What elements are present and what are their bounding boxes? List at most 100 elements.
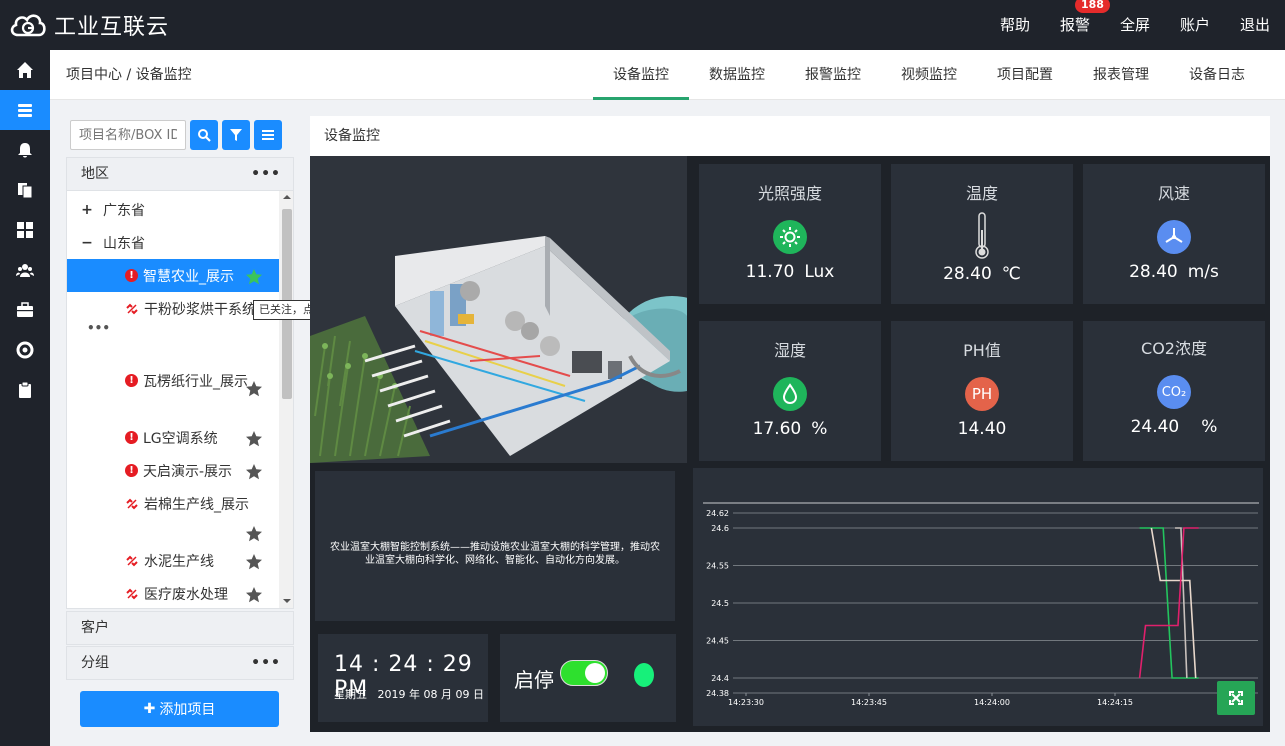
group-section-label: 分组 <box>81 655 109 671</box>
tab-device-log[interactable]: 设备日志 <box>1169 50 1265 100</box>
alarm-link[interactable]: 报警 188 <box>1045 0 1110 50</box>
project-item[interactable]: 岩棉生产线_展示 <box>67 487 279 544</box>
search-button[interactable] <box>190 120 218 150</box>
tree-node-guangdong[interactable]: + 广东省 <box>67 193 145 226</box>
tab-bar: 设备监控 数据监控 报警监控 视频监控 项目配置 报表管理 设备日志 <box>593 50 1265 100</box>
customer-section-header[interactable]: 客户 <box>66 611 294 645</box>
sidebar-item-users[interactable] <box>0 250 50 290</box>
project-item-line: 医疗废水处理 <box>125 577 228 608</box>
sensor-card-co2: CO2浓度 CO₂ 24.40% <box>1083 321 1265 461</box>
tree-ellipsis[interactable]: ••• <box>87 321 110 335</box>
sidebar-item-alarms[interactable] <box>0 130 50 170</box>
scroll-down-icon[interactable] <box>283 599 291 603</box>
star-icon[interactable] <box>245 380 263 398</box>
star-icon[interactable] <box>245 463 263 481</box>
y-tick-label: 24.62 <box>706 509 729 518</box>
filter-button[interactable] <box>222 120 250 150</box>
sensor-title: 温度 <box>965 184 998 203</box>
sensor-value: 17.60% <box>752 419 828 439</box>
sensor-value: 14.40 <box>957 419 1007 439</box>
region-more-icon[interactable]: ••• <box>251 158 281 190</box>
tab-device-monitor[interactable]: 设备监控 <box>593 50 689 100</box>
star-icon[interactable] <box>245 553 263 571</box>
y-tick-label: 24.6 <box>711 524 729 533</box>
star-icon[interactable] <box>245 586 263 604</box>
project-item[interactable]: 医疗废水处理 <box>67 577 279 608</box>
breadcrumb: 项目中心 / 设备监控 <box>66 67 192 83</box>
x-tick-label: 14:23:30 <box>728 698 764 707</box>
account-label: 账户 <box>1179 16 1210 34</box>
search-input[interactable] <box>70 120 186 150</box>
logout-link[interactable]: 退出 <box>1225 0 1285 50</box>
side-nav <box>0 50 50 746</box>
sun-icon <box>773 220 807 254</box>
expand-icon <box>1229 691 1243 705</box>
sensor-value: 28.40 ℃ <box>943 264 1021 284</box>
tab-alarm-monitor[interactable]: 报警监控 <box>785 50 881 100</box>
tree-node-shandong[interactable]: − 山东省 <box>67 226 145 259</box>
sidebar-item-clipboard[interactable] <box>0 370 50 410</box>
expand-chart-button[interactable] <box>1217 681 1255 715</box>
scroll-up-icon[interactable] <box>283 195 291 199</box>
project-item-line: ! LG空调系统 <box>125 421 218 454</box>
account-link[interactable]: 账户 <box>1165 0 1225 50</box>
sensor-value: 28.40 m/s <box>1129 262 1219 282</box>
menu-button[interactable] <box>254 120 282 150</box>
fullscreen-label: 全屏 <box>1119 16 1150 34</box>
project-panel: 地区 ••• + 广东省 − 山东省 ! 智慧农业_展示干粉砂浆烘干系统 ! 瓦楞纸行… <box>66 116 294 736</box>
project-item[interactable]: ! 瓦楞纸行业_展示 <box>67 364 279 421</box>
star-icon[interactable] <box>245 525 263 543</box>
project-item-line: 干粉砂浆烘干系统 <box>125 292 256 325</box>
tab-report-management[interactable]: 报表管理 <box>1073 50 1169 100</box>
star-filled-icon[interactable] <box>245 268 263 286</box>
help-link[interactable]: 帮助 <box>985 0 1045 50</box>
collapse-icon[interactable]: − <box>79 235 95 251</box>
disconnected-icon <box>126 555 138 566</box>
add-project-button[interactable]: ✚ 添加项目 <box>80 691 279 727</box>
filter-icon <box>230 129 242 141</box>
app-logo[interactable]: 工业互联云 <box>8 9 169 41</box>
add-project-label: 添加项目 <box>159 702 216 718</box>
expand-icon[interactable]: + <box>79 202 95 218</box>
sidebar-item-home[interactable] <box>0 50 50 90</box>
sidebar-item-recycle[interactable] <box>0 330 50 370</box>
tab-project-config[interactable]: 项目配置 <box>977 50 1073 100</box>
group-more-icon[interactable]: ••• <box>251 647 281 679</box>
sidebar-item-dashboard[interactable] <box>0 210 50 250</box>
fullscreen-link[interactable]: 全屏 <box>1105 0 1165 50</box>
project-item-line: 水泥生产线 <box>125 544 214 577</box>
start-stop-toggle[interactable] <box>560 660 608 686</box>
page-header: 项目中心 / 设备监控 设备监控 数据监控 报警监控 视频监控 项目配置 报表管… <box>50 50 1285 100</box>
tree-scrollbar[interactable] <box>279 191 293 608</box>
province-label: 山东省 <box>103 235 145 252</box>
project-item[interactable]: 水泥生产线 <box>67 544 279 577</box>
sensor-card-ph: PH值 PH 14.40 <box>891 321 1073 461</box>
project-item[interactable]: ! 智慧农业_展示 <box>67 259 279 292</box>
project-item-line: ! 天启演示-展示 <box>125 454 232 487</box>
tab-video-monitor[interactable]: 视频监控 <box>881 50 977 100</box>
tab-data-monitor[interactable]: 数据监控 <box>689 50 785 100</box>
thermometer-icon <box>972 212 992 260</box>
sensor-title: 风速 <box>1157 184 1190 203</box>
region-section-header[interactable]: 地区 ••• <box>66 157 294 191</box>
top-bar: 工业互联云 帮助 报警 188 全屏 账户 退出 <box>0 0 1285 50</box>
sidebar-item-devices[interactable] <box>0 90 50 130</box>
home-icon <box>17 62 33 78</box>
bell-icon <box>18 143 32 158</box>
sidebar-item-copy[interactable] <box>0 170 50 210</box>
group-section-header[interactable]: 分组 ••• <box>66 646 294 680</box>
project-item[interactable]: ! 天启演示-展示 <box>67 454 279 487</box>
project-label: LG空调系统 <box>143 430 218 447</box>
trend-chart: 24.38 24.4 24.45 24.5 24.55 24.6 24.62 14:23:30… <box>703 502 1259 707</box>
project-item[interactable]: ! LG空调系统 <box>67 421 279 454</box>
clipboard-icon <box>19 381 31 398</box>
sensor-value: 24.40% <box>1130 417 1218 437</box>
project-label: 水泥生产线 <box>144 553 214 570</box>
toggle-knob <box>585 663 605 683</box>
clock-panel: 14 : 24 : 29 PM 星期五 2019 年 08 月 09 日 <box>318 634 488 722</box>
list-icon <box>262 130 274 140</box>
sidebar-item-briefcase[interactable] <box>0 290 50 330</box>
y-tick-label: 24.55 <box>706 562 729 571</box>
star-icon[interactable] <box>245 430 263 448</box>
copy-icon <box>18 183 33 199</box>
